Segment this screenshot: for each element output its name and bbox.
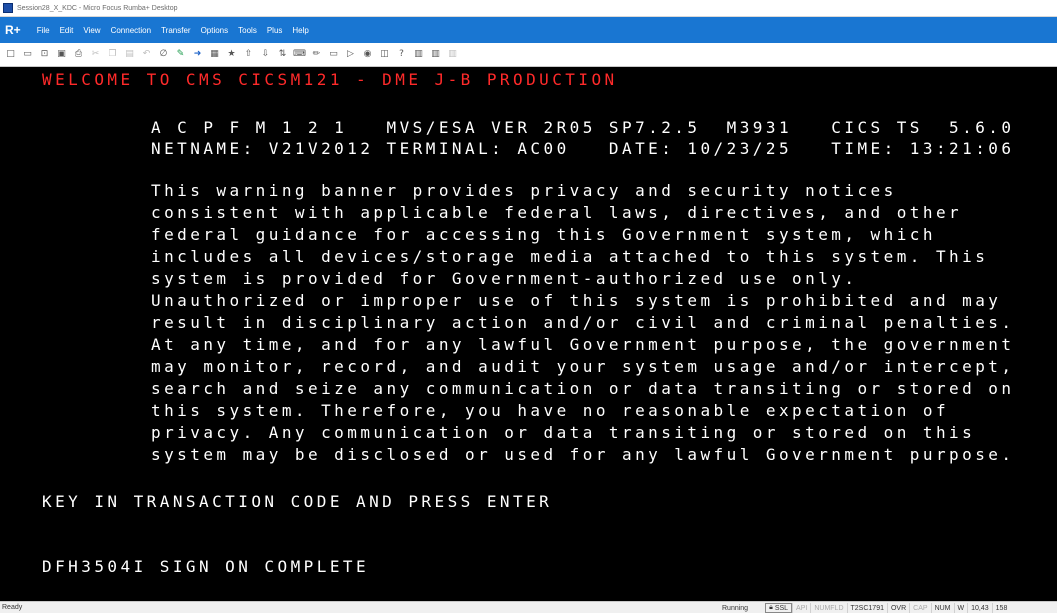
grid-icon[interactable]: ▦	[208, 48, 221, 62]
pen-icon[interactable]: ✏	[310, 48, 323, 62]
open-icon[interactable]: ▭	[21, 48, 34, 62]
transfer-icon[interactable]: ⇅	[276, 48, 289, 62]
sign-on-message: DFH3504I SIGN ON COMPLETE	[42, 557, 370, 576]
status-running: Running	[722, 604, 749, 612]
screen-icon[interactable]: ▭	[327, 48, 340, 62]
cursor-icon[interactable]: ➜	[191, 48, 204, 62]
transaction-prompt: KEY IN TRANSACTION CODE AND PRESS ENTER	[42, 492, 553, 511]
download-icon[interactable]: ⇩	[259, 48, 272, 62]
banner-line: consistent with applicable federal laws,…	[151, 203, 963, 222]
window-title: Session28_X_KDC - Micro Focus Rumba+ Des…	[17, 4, 178, 12]
undo-icon[interactable]: ↶	[140, 48, 153, 62]
banner-line: result in disciplinary action and/or civ…	[151, 313, 1015, 332]
toolbar: □ ▭ ⊡ ▣ ⎙ ✂ ❐ ▤ ↶ ∅ ✎ ➜ ▦ ★ ⇧ ⇩ ⇅ ⌨ ✏ ▭ …	[0, 43, 1057, 67]
window-title-bar: Session28_X_KDC - Micro Focus Rumba+ Des…	[0, 0, 1057, 17]
status-num: NUM	[930, 602, 954, 613]
connect-icon[interactable]: ⊡	[38, 48, 51, 62]
menu-edit[interactable]: Edit	[60, 26, 74, 35]
menu-tools[interactable]: Tools	[238, 26, 257, 35]
copy-icon[interactable]: ❐	[106, 48, 119, 62]
favorite-icon[interactable]: ★	[225, 48, 238, 62]
paste-icon[interactable]: ▤	[123, 48, 136, 62]
map-icon[interactable]: ▥	[412, 48, 425, 62]
status-api: API	[792, 602, 810, 613]
menu-plus[interactable]: Plus	[267, 26, 283, 35]
system-info-line-1: A C P F M 1 2 1 MVS/ESA VER 2R05 SP7.2.5…	[151, 118, 1015, 137]
save-icon[interactable]: ▣	[55, 48, 68, 62]
banner-line: may monitor, record, and audit your syst…	[151, 357, 1015, 376]
trace-icon[interactable]: ◫	[378, 48, 391, 62]
status-ssl-label: SSL	[774, 604, 789, 612]
banner-line: federal guidance for accessing this Gove…	[151, 225, 936, 244]
menu-file[interactable]: File	[37, 26, 50, 35]
lock-icon: 🔒︎	[769, 604, 773, 611]
macro-icon[interactable]: ✎	[174, 48, 187, 62]
banner-line: This warning banner provides privacy and…	[151, 181, 897, 200]
status-bar: Ready Running 🔒︎ SSL API NUMFLD T2SC1791 …	[0, 601, 1057, 613]
app-icon	[3, 3, 13, 13]
menu-view[interactable]: View	[83, 26, 100, 35]
rumba-logo[interactable]: R+	[5, 23, 21, 37]
system-info-line-2: NETNAME: V21V2012 TERMINAL: AC00 DATE: 1…	[151, 139, 1015, 158]
play-icon[interactable]: ▷	[344, 48, 357, 62]
banner-line: Unauthorized or improper use of this sys…	[151, 291, 1002, 310]
upload-icon[interactable]: ⇧	[242, 48, 255, 62]
menu-bar: R+ File Edit View Connection Transfer Op…	[0, 17, 1057, 43]
status-ovr: OVR	[886, 602, 909, 613]
record-icon[interactable]: ◉	[361, 48, 374, 62]
menu-options[interactable]: Options	[201, 26, 229, 35]
menu-transfer[interactable]: Transfer	[161, 26, 191, 35]
banner-line: system is provided for Government-author…	[151, 269, 858, 288]
welcome-line: WELCOME TO CMS CICSM121 - DME J-B PRODUC…	[42, 70, 618, 89]
banner-line: system may be disclosed or used for any …	[151, 445, 1015, 464]
banner-line: search and seize any communication or da…	[151, 379, 1015, 398]
status-session-id: T2SC1791	[846, 602, 887, 613]
cut-icon[interactable]: ✂	[89, 48, 102, 62]
map-next-icon[interactable]: ▥	[429, 48, 442, 62]
status-cap: CAP	[909, 602, 930, 613]
banner-line: this system. Therefore, you have no reas…	[151, 401, 950, 420]
attach-icon[interactable]: ∅	[157, 48, 170, 62]
banner-line: privacy. Any communication or data trans…	[151, 423, 976, 442]
status-ssl: 🔒︎ SSL	[765, 603, 793, 613]
map-edit-icon[interactable]: ▥	[446, 48, 459, 62]
menu-help[interactable]: Help	[292, 26, 308, 35]
help-icon[interactable]: ?	[395, 48, 408, 62]
keyboard-icon[interactable]: ⌨	[293, 48, 306, 62]
banner-line: includes all devices/storage media attac…	[151, 247, 989, 266]
status-numfld: NUMFLD	[810, 602, 846, 613]
status-extra: 158	[991, 602, 1011, 613]
menu-connection[interactable]: Connection	[111, 26, 151, 35]
status-indicators: Running 🔒︎ SSL API NUMFLD T2SC1791 OVR CA…	[719, 602, 1010, 613]
terminal-screen[interactable]: WELCOME TO CMS CICSM121 - DME J-B PRODUC…	[0, 67, 1057, 601]
new-session-icon[interactable]: □	[4, 48, 17, 62]
status-ready: Ready	[2, 604, 23, 611]
print-icon[interactable]: ⎙	[72, 48, 85, 62]
status-w: W	[953, 602, 968, 613]
banner-line: At any time, and for any lawful Governme…	[151, 335, 1015, 354]
status-cursor-position: 10,43	[967, 602, 992, 613]
